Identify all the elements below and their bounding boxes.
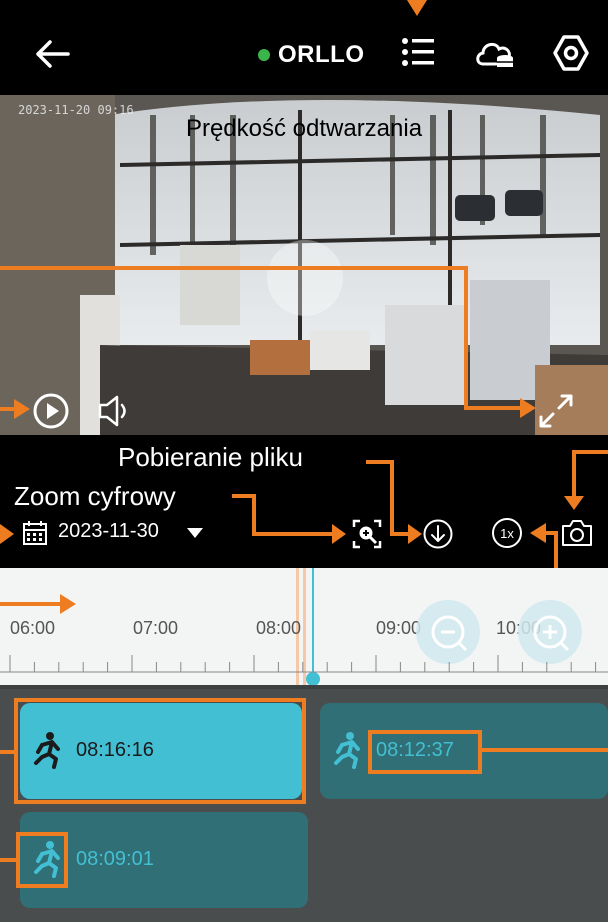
timeline-cursor-handle[interactable]: [306, 672, 320, 685]
callout-frame: [14, 698, 306, 804]
camera-feed-image: [0, 95, 608, 435]
callout-arrow-icon: [407, 0, 427, 16]
online-status-dot: [258, 49, 270, 61]
callout-line: [0, 602, 64, 606]
callout-arrow-icon: [564, 496, 584, 510]
timeline-tick-label: 06:00: [10, 618, 56, 638]
device-name-label: ORLLO: [278, 41, 365, 68]
fullscreen-icon[interactable]: [535, 390, 577, 432]
callout-line: [252, 532, 336, 536]
play-icon[interactable]: [32, 392, 70, 430]
callout-arrow-icon: [520, 398, 536, 418]
annotation-digital-zoom: Zoom cyfrowy: [14, 481, 176, 511]
timeline-ticks: [0, 655, 608, 673]
callout-arrow-icon: [0, 524, 14, 544]
settings-hex-icon[interactable]: [552, 34, 590, 72]
callout-arrow-icon: [530, 523, 546, 543]
callout-line: [572, 450, 608, 454]
callout-arrow-icon: [60, 594, 76, 614]
speaker-icon[interactable]: [95, 391, 135, 431]
callout-frame: [368, 730, 482, 774]
device-name: ORLLO: [258, 40, 365, 70]
callout-line: [464, 406, 524, 410]
chevron-down-icon[interactable]: [186, 527, 204, 539]
date-picker-value[interactable]: 2023-11-30: [58, 520, 159, 543]
callout-line: [0, 750, 16, 754]
motion-detection-icon: [334, 732, 360, 769]
callout-line: [252, 494, 256, 536]
cloud-storage-icon[interactable]: [474, 36, 516, 70]
video-player[interactable]: 2023-11-20 09:16 Prędkość odtwarzania: [0, 95, 608, 435]
callout-line: [464, 266, 468, 410]
callout-arrow-icon: [14, 399, 30, 419]
callout-frame: [16, 832, 68, 888]
annotation-playback-speed: Prędkość odtwarzania: [185, 115, 423, 142]
back-arrow-icon[interactable]: [34, 38, 74, 70]
playback-speed-button[interactable]: 1x: [492, 518, 522, 548]
event-time: 08:09:01: [76, 848, 154, 870]
calendar-icon[interactable]: [22, 520, 48, 546]
timeline-tick-label: 08:00: [256, 618, 302, 638]
annotation-file-download: Pobieranie pliku: [118, 442, 304, 472]
download-icon[interactable]: [422, 518, 454, 550]
snapshot-camera-icon[interactable]: [560, 518, 594, 548]
top-bar: ORLLO: [0, 0, 608, 95]
callout-line: [0, 266, 468, 270]
callout-arrow-icon: [408, 524, 422, 544]
callout-line: [480, 748, 608, 752]
list-icon[interactable]: [400, 34, 436, 70]
callout-line: [0, 858, 18, 862]
callout-arrow-icon: [332, 524, 346, 544]
digital-zoom-icon[interactable]: [352, 519, 382, 549]
timeline[interactable]: 06:00 07:00 08:00 09:00 10:00: [0, 568, 608, 685]
timeline-tick-label: 07:00: [133, 618, 179, 638]
callout-line: [572, 450, 576, 498]
callout-line: [390, 460, 394, 536]
